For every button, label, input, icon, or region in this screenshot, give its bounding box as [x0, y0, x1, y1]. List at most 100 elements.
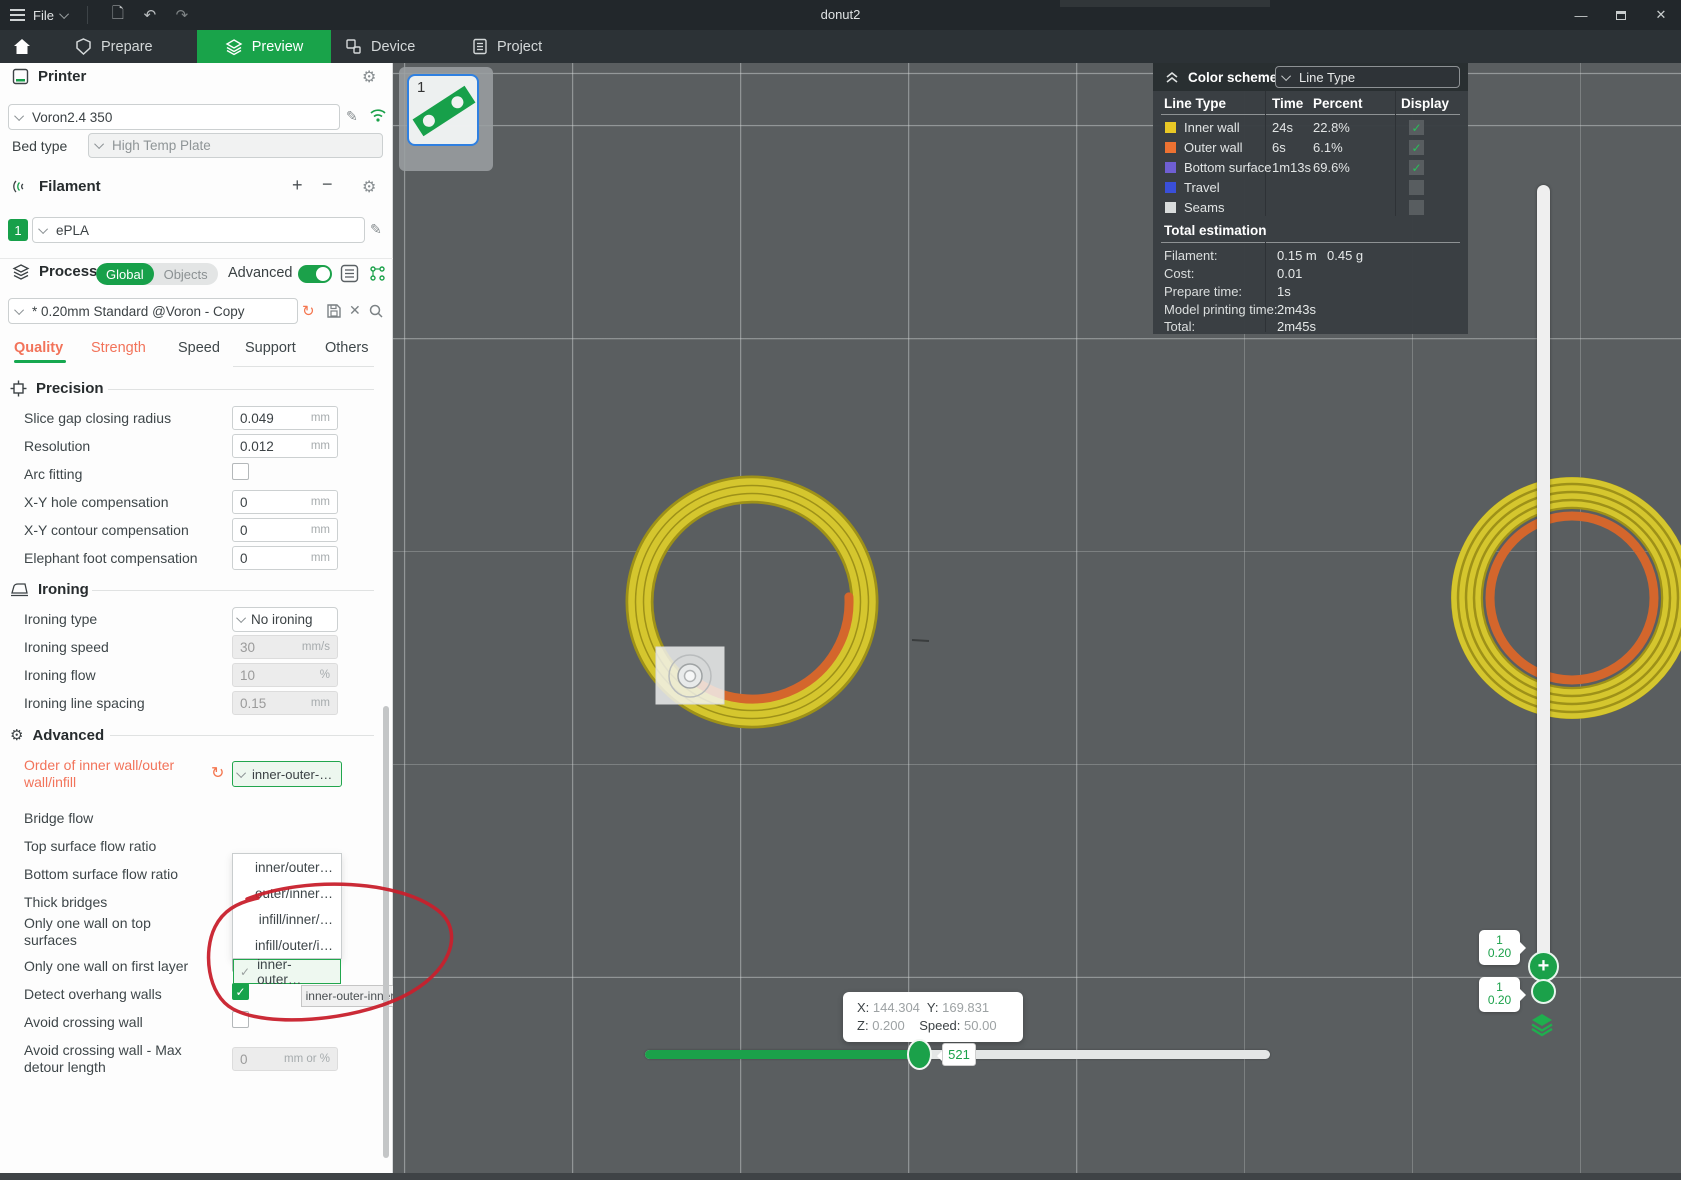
- display-checkbox[interactable]: ✓: [1409, 120, 1424, 135]
- dropdown-option[interactable]: infill/inner/…: [233, 906, 341, 932]
- line-type-name: Seams: [1184, 200, 1224, 215]
- setting-label: Ironing line spacing: [24, 695, 145, 712]
- line-type-name: Outer wall: [1184, 140, 1243, 155]
- elephant-foot-compensation-input[interactable]: 0mm: [232, 546, 338, 570]
- printer-icon: [12, 68, 29, 85]
- save-preset-icon[interactable]: [326, 303, 342, 319]
- layer-slider-track[interactable]: [1537, 185, 1550, 975]
- divider: [0, 258, 393, 259]
- layer-slider-upper-handle[interactable]: +: [1528, 951, 1559, 982]
- display-checkbox[interactable]: ✓: [1409, 160, 1424, 175]
- display-checkbox[interactable]: [1409, 180, 1424, 195]
- ironing-type-select[interactable]: No ironing: [232, 607, 338, 632]
- xy-hole-compensation-input[interactable]: 0mm: [232, 490, 338, 514]
- setting-label: Avoid crossing wall: [24, 1014, 143, 1031]
- dropdown-option-selected[interactable]: ✓ inner-outer…: [233, 959, 341, 984]
- scope-global[interactable]: Global: [96, 263, 154, 285]
- window-bottom-edge: [0, 1173, 1681, 1180]
- preview-icon: [225, 38, 243, 56]
- settings-list-icon[interactable]: [340, 264, 359, 283]
- tab-speed[interactable]: Speed: [178, 340, 220, 356]
- column-header: Line Type: [1164, 96, 1226, 111]
- line-type-swatch: [1165, 122, 1176, 133]
- scope-objects[interactable]: Objects: [154, 263, 218, 285]
- printer-settings-gear-icon[interactable]: ⚙: [362, 67, 376, 87]
- tab-device[interactable]: Device: [345, 30, 455, 63]
- arc-fitting-checkbox[interactable]: [232, 463, 249, 480]
- tab-quality-underline: [14, 360, 66, 363]
- wifi-icon[interactable]: [369, 107, 387, 123]
- edit-filament-icon[interactable]: ✎: [370, 221, 382, 238]
- slice-gap-closing-radius-input[interactable]: 0.049mm: [232, 406, 338, 430]
- filament-settings-gear-icon[interactable]: ⚙: [362, 177, 376, 197]
- setting-label: X-Y hole compensation: [24, 494, 169, 511]
- advanced-mode-toggle[interactable]: [298, 265, 332, 283]
- filament-section-header: Filament: [12, 178, 101, 195]
- line-type-name: Travel: [1184, 180, 1220, 195]
- plate-thumbnail-card[interactable]: 1: [407, 74, 479, 146]
- toolpath-canvas: [393, 63, 1681, 1180]
- detect-overhang-walls-checkbox[interactable]: ✓: [232, 983, 249, 1000]
- filament-icon: [12, 178, 30, 195]
- line-type-time: 6s: [1272, 140, 1286, 155]
- preview-3d-viewport[interactable]: 1 Color scheme Line Type Line Type Time …: [393, 63, 1681, 1180]
- bed-type-select[interactable]: High Temp Plate: [88, 133, 383, 158]
- xy-contour-compensation-input[interactable]: 0mm: [232, 518, 338, 542]
- tab-strength[interactable]: Strength: [91, 340, 146, 356]
- tab-others[interactable]: Others: [325, 340, 369, 356]
- maximize-button[interactable]: [1601, 0, 1641, 30]
- reset-preset-icon[interactable]: ↻: [302, 302, 315, 320]
- dropdown-option[interactable]: infill/outer/i…: [233, 932, 341, 958]
- wall-order-select[interactable]: inner-outer-…: [232, 761, 342, 787]
- filament-select[interactable]: ePLA: [32, 217, 365, 243]
- tab-prepare[interactable]: Prepare: [75, 30, 185, 63]
- advanced-section-header[interactable]: ⚙ Advanced: [10, 726, 104, 744]
- title-bar: File 🗋 ↶ ↷ donut2 — ✕: [0, 0, 1681, 30]
- setting-label: Only one wall on topsurfaces: [24, 915, 151, 949]
- collapse-panel-icon[interactable]: [1165, 71, 1179, 84]
- settings-sidebar: Printer ⚙ Voron2.4 350 ✎ Bed type High T…: [0, 63, 393, 1173]
- edit-printer-icon[interactable]: ✎: [346, 108, 358, 125]
- remove-filament-icon[interactable]: −: [322, 174, 333, 195]
- printer-section-header: Printer: [12, 68, 86, 85]
- precision-section-header[interactable]: Precision: [10, 380, 104, 397]
- process-preset-select[interactable]: * 0.20mm Standard @Voron - Copy: [8, 298, 298, 324]
- ironing-section-header[interactable]: Ironing: [10, 581, 89, 598]
- tab-preview[interactable]: Preview: [197, 30, 331, 63]
- bed-type-label: Bed type: [12, 138, 67, 154]
- ironing-line-spacing-input: 0.15mm: [232, 691, 338, 715]
- close-button[interactable]: ✕: [1641, 0, 1681, 30]
- avoid-crossing-wall-checkbox[interactable]: [232, 1011, 249, 1028]
- display-checkbox[interactable]: [1409, 200, 1424, 215]
- filament-slot-badge[interactable]: 1: [8, 219, 28, 241]
- divider: [108, 389, 374, 390]
- divider: [1161, 242, 1460, 243]
- search-settings-icon[interactable]: [368, 303, 384, 319]
- home-icon[interactable]: [12, 37, 32, 57]
- layers-icon[interactable]: [1529, 1011, 1555, 1037]
- move-slider-value: 521: [942, 1043, 976, 1066]
- process-scope-toggle[interactable]: Global Objects: [96, 263, 218, 285]
- setting-label: Ironing speed: [24, 639, 109, 656]
- dropdown-option[interactable]: outer/inner…: [233, 880, 341, 906]
- minimize-button[interactable]: —: [1561, 0, 1601, 30]
- layer-slider-lower-handle[interactable]: [1531, 979, 1556, 1004]
- reset-setting-icon[interactable]: ↻: [211, 763, 224, 783]
- tab-quality[interactable]: Quality: [14, 340, 63, 356]
- add-filament-icon[interactable]: +: [292, 175, 303, 196]
- delete-preset-icon[interactable]: ✕: [349, 302, 361, 319]
- view-mode-select[interactable]: Line Type: [1275, 66, 1460, 88]
- tab-project[interactable]: Project: [472, 30, 582, 63]
- resolution-input[interactable]: 0.012mm: [232, 434, 338, 458]
- estimation-value: 2m43s: [1277, 302, 1316, 317]
- dropdown-option[interactable]: inner/outer…: [233, 854, 341, 880]
- tab-support[interactable]: Support: [245, 340, 296, 356]
- plate-thumbnail[interactable]: 1: [399, 67, 493, 171]
- printer-select[interactable]: Voron2.4 350: [8, 104, 340, 130]
- line-type-time: 1m13s: [1272, 160, 1311, 175]
- compare-presets-icon[interactable]: [368, 264, 387, 283]
- move-slider-handle[interactable]: [907, 1039, 932, 1070]
- max-detour-length-input: 0mm or %: [232, 1047, 338, 1071]
- sidebar-scrollbar[interactable]: [383, 706, 389, 1158]
- display-checkbox[interactable]: ✓: [1409, 140, 1424, 155]
